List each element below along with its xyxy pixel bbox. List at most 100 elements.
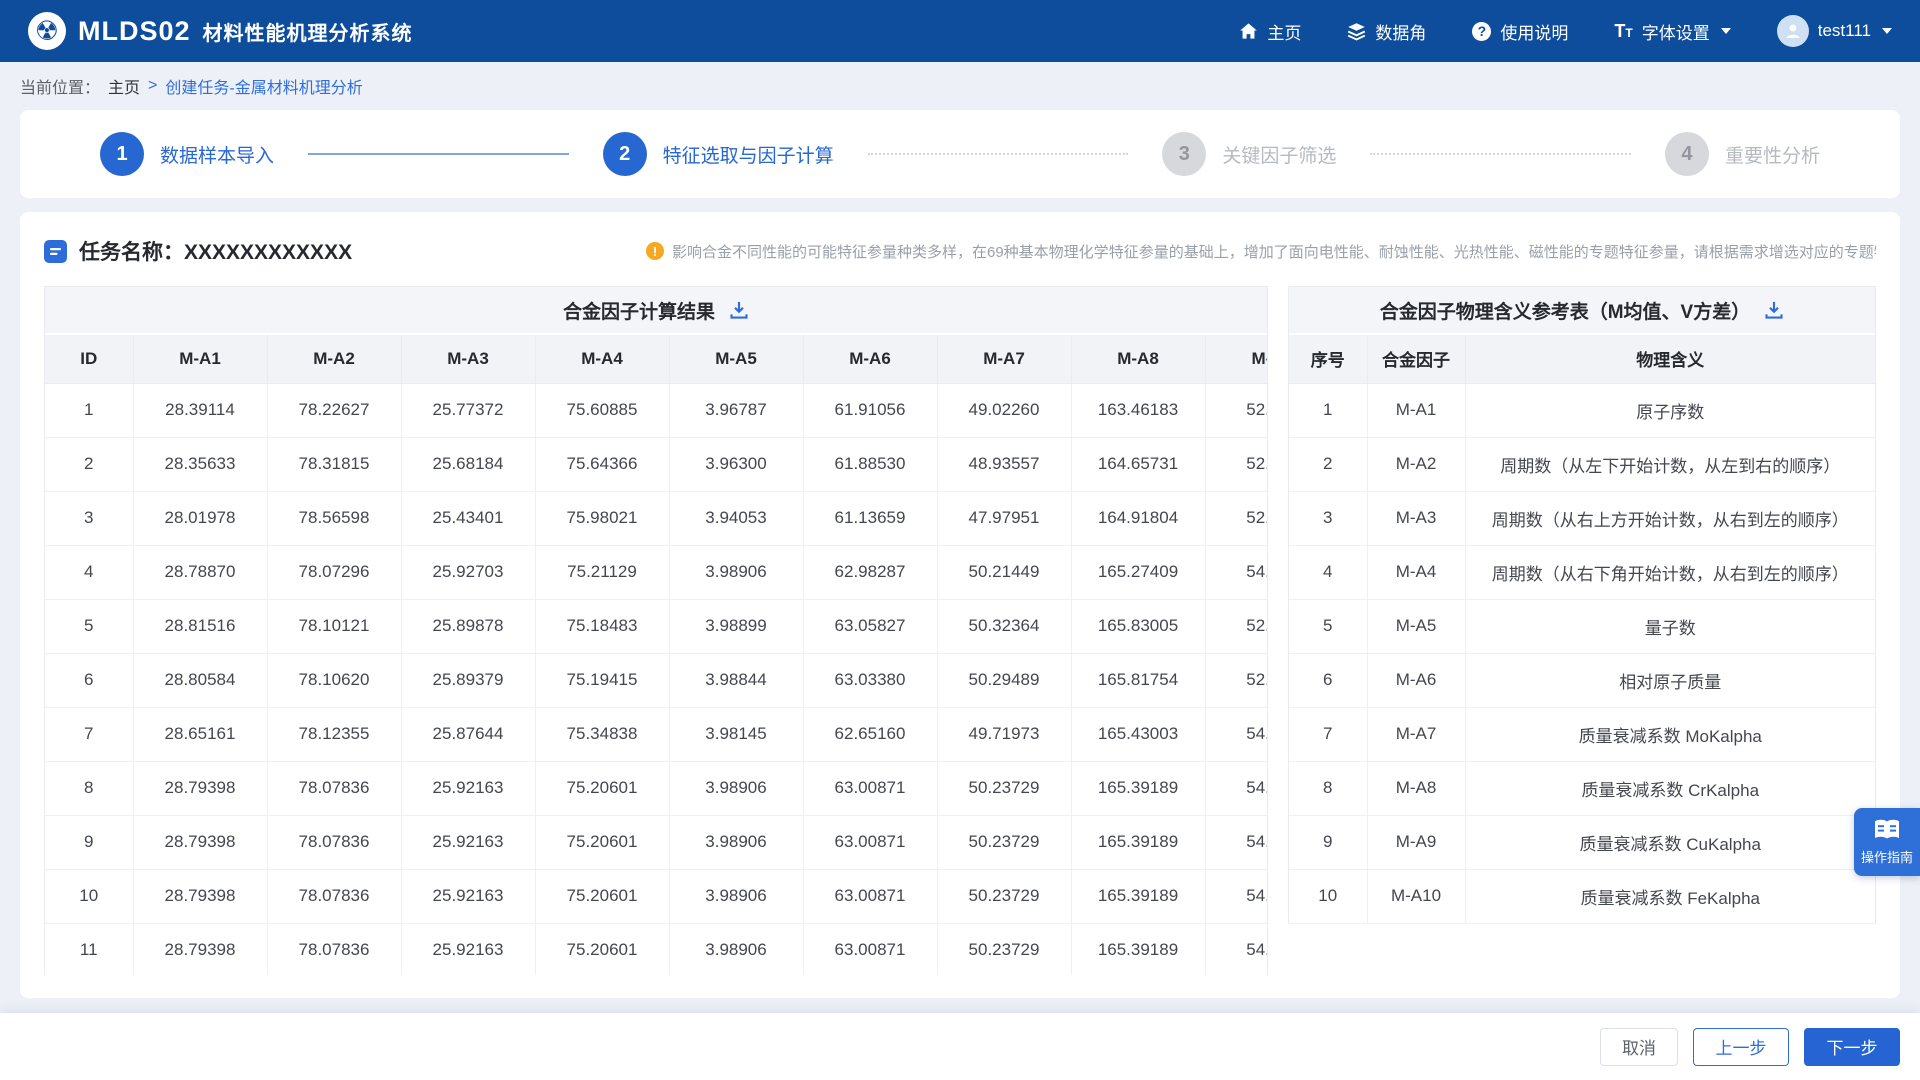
table-cell: 78.10620 <box>267 653 401 707</box>
table-cell: 3.96300 <box>669 437 803 491</box>
table-cell: 25.43401 <box>401 491 535 545</box>
table-row: 4M-A4周期数（从右下角开始计数，从右到左的顺序） <box>1289 545 1875 599</box>
nav-item-data-corner[interactable]: 数据角 <box>1347 19 1426 44</box>
table-cell: 78.31815 <box>267 437 401 491</box>
column-header: M-A5 <box>669 335 803 383</box>
font-size-icon: TT <box>1614 21 1632 42</box>
table-cell: M-A1 <box>1367 383 1465 437</box>
task-notice-text: 影响合金不同性能的可能特征参量种类多样，在69种基本物理化学特征参量的基础上，增… <box>672 241 1876 262</box>
table-cell: 78.10121 <box>267 599 401 653</box>
table-cell: 165.81754 <box>1071 653 1205 707</box>
table-cell: 63.00871 <box>803 869 937 923</box>
table-cell: 78.07836 <box>267 923 401 976</box>
breadcrumb-current-link[interactable]: 创建任务-金属材料机理分析 <box>165 74 362 98</box>
table-cell: 28.65161 <box>133 707 267 761</box>
table-cell: 8 <box>1289 761 1367 815</box>
table-cell: 25.92163 <box>401 869 535 923</box>
left-table-title: 合金因子计算结果 <box>563 297 715 324</box>
table-cell: 49.02260 <box>937 383 1071 437</box>
step-1-data-import[interactable]: 1 数据样本导入 <box>100 132 274 176</box>
nav-item-font-settings[interactable]: TT 字体设置 <box>1614 19 1730 44</box>
app-title: 材料性能机理分析系统 <box>203 17 413 46</box>
table-cell: 54.964 <box>1205 923 1267 976</box>
table-cell: M-A9 <box>1367 815 1465 869</box>
warning-icon <box>646 242 664 260</box>
nav-item-home[interactable]: 主页 <box>1239 19 1301 44</box>
navbar-menu: 主页 数据角 使用说明 TT 字体设置 t <box>1239 15 1892 47</box>
table-cell: 54.522 <box>1205 707 1267 761</box>
task-notice: 影响合金不同性能的可能特征参量种类多样，在69种基本物理化学特征参量的基础上，增… <box>646 241 1876 262</box>
table-cell: M-A5 <box>1367 599 1465 653</box>
table-cell: 28.79398 <box>133 923 267 976</box>
table-row: 10M-A10质量衰减系数 FeKalpha <box>1289 869 1875 923</box>
table-cell: 3.98899 <box>669 599 803 653</box>
table-cell: 25.87644 <box>401 707 535 761</box>
table-cell: 50.29489 <box>937 653 1071 707</box>
table-cell: 28.79398 <box>133 869 267 923</box>
table-cell: 25.92163 <box>401 815 535 869</box>
table-cell: 3.98145 <box>669 707 803 761</box>
table-cell: 28.79398 <box>133 815 267 869</box>
column-header: ID <box>45 335 133 383</box>
table-cell: 25.89379 <box>401 653 535 707</box>
nav-item-help[interactable]: 使用说明 <box>1472 19 1568 44</box>
table-cell: 75.98021 <box>535 491 669 545</box>
table-cell: 28.39114 <box>133 383 267 437</box>
table-cell: 3.98906 <box>669 923 803 976</box>
step-3-key-factor-filter[interactable]: 3 关键因子筛选 <box>1162 132 1336 176</box>
table-cell: 63.00871 <box>803 815 937 869</box>
right-table-title: 合金因子物理含义参考表（M均值、V方差） <box>1380 297 1751 324</box>
table-cell: 78.07836 <box>267 815 401 869</box>
table-cell: 25.89878 <box>401 599 535 653</box>
breadcrumb-home-link[interactable]: 主页 <box>108 74 140 98</box>
table-row: 9M-A9质量衰减系数 CuKalpha <box>1289 815 1875 869</box>
operation-guide-label: 操作指南 <box>1861 847 1913 866</box>
step-4-importance-analysis[interactable]: 4 重要性分析 <box>1665 132 1820 176</box>
step-2-feature-selection[interactable]: 2 特征选取与因子计算 <box>603 132 834 176</box>
table-row: 1028.7939878.0783625.9216375.206013.9890… <box>45 869 1267 923</box>
table-cell: 49.71973 <box>937 707 1071 761</box>
task-title: 任务名称：XXXXXXXXXXXX <box>79 236 352 266</box>
table-cell: 62.65160 <box>803 707 937 761</box>
table-cell: 52.939 <box>1205 653 1267 707</box>
table-cell: 6 <box>45 653 133 707</box>
table-row: 628.8058478.1062025.8937975.194153.98844… <box>45 653 1267 707</box>
table-cell: 78.07836 <box>267 761 401 815</box>
table-cell: 28.79398 <box>133 761 267 815</box>
table-cell: 6 <box>1289 653 1367 707</box>
wizard-stepper: 1 数据样本导入 2 特征选取与因子计算 3 关键因子筛选 4 重要性分析 <box>20 110 1900 198</box>
previous-step-button[interactable]: 上一步 <box>1693 1028 1789 1066</box>
table-row: 228.3563378.3181525.6818475.643663.96300… <box>45 437 1267 491</box>
user-menu[interactable]: test111 <box>1777 15 1892 47</box>
app-code: MLDS02 <box>78 16 191 47</box>
cancel-button[interactable]: 取消 <box>1600 1028 1678 1066</box>
table-cell: 54.964 <box>1205 761 1267 815</box>
table-cell: 3 <box>1289 491 1367 545</box>
nav-item-label: 主页 <box>1267 19 1301 44</box>
operation-guide-button[interactable]: 操作指南 <box>1854 808 1920 876</box>
table-cell: 9 <box>1289 815 1367 869</box>
table-cell: 78.56598 <box>267 491 401 545</box>
table-cell: 10 <box>45 869 133 923</box>
table-cell: 11 <box>45 923 133 976</box>
open-book-icon <box>1872 818 1902 842</box>
footer-action-bar: 取消 上一步 下一步 <box>0 1013 1920 1080</box>
download-icon[interactable] <box>1764 300 1784 320</box>
table-cell: 7 <box>1289 707 1367 761</box>
table-cell: 量子数 <box>1465 599 1875 653</box>
step-4-label: 重要性分析 <box>1725 141 1820 168</box>
table-cell: 25.77372 <box>401 383 535 437</box>
table-cell: M-A2 <box>1367 437 1465 491</box>
table-cell: 165.83005 <box>1071 599 1205 653</box>
table-cell: 50.21449 <box>937 545 1071 599</box>
download-icon[interactable] <box>729 300 749 320</box>
table-cell: 50.32364 <box>937 599 1071 653</box>
column-header: M-A4 <box>535 335 669 383</box>
next-step-button[interactable]: 下一步 <box>1804 1028 1900 1066</box>
table-cell: 163.46183 <box>1071 383 1205 437</box>
table-cell: 2 <box>1289 437 1367 491</box>
left-table-clip-area[interactable]: IDM-A1M-A2M-A3M-A4M-A5M-A6M-A7M-A8M-A9 1… <box>45 335 1267 976</box>
app-logo-radiation-icon <box>28 12 66 50</box>
table-row: 928.7939878.0783625.9216375.206013.98906… <box>45 815 1267 869</box>
step-connector-solid <box>308 153 569 155</box>
